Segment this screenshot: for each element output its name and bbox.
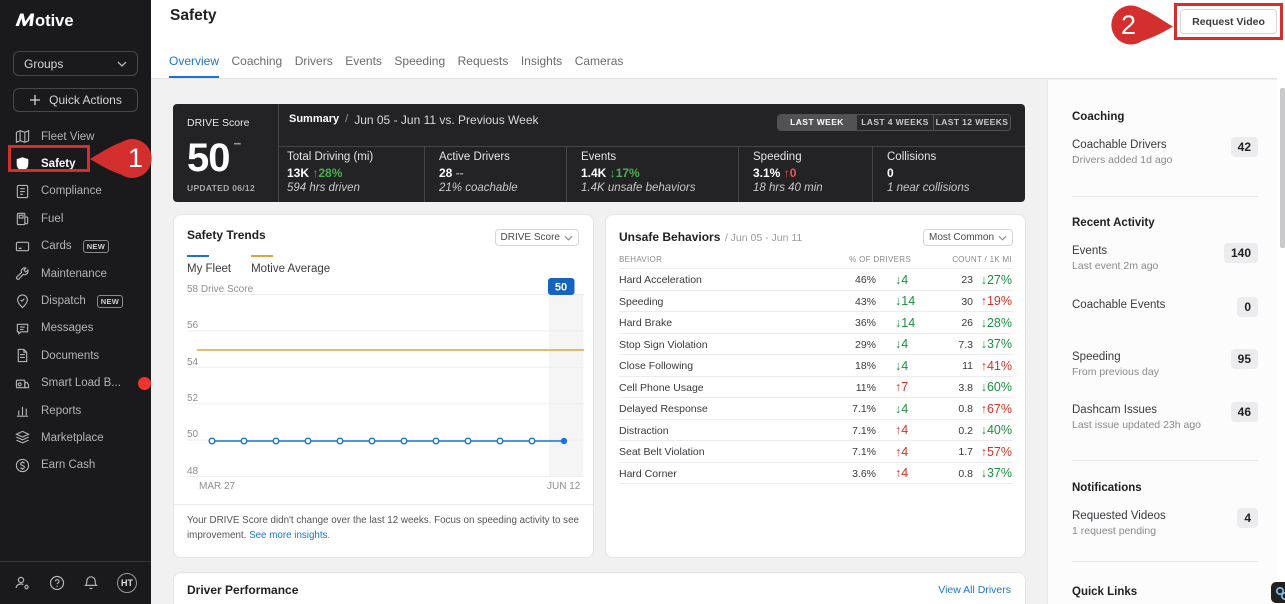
svg-text:56: 56 (187, 320, 199, 331)
svg-text:50: 50 (555, 282, 567, 294)
svg-text:58 Drive Score: 58 Drive Score (187, 284, 254, 295)
svg-text:54: 54 (187, 357, 199, 368)
svg-text:otive: otive (35, 12, 74, 30)
svg-text:48: 48 (187, 466, 199, 477)
svg-text:50: 50 (187, 429, 199, 440)
svg-text:2: 2 (1121, 10, 1136, 40)
svg-text:52: 52 (187, 393, 199, 404)
svg-text:1: 1 (128, 143, 143, 173)
svg-text:JUN 12: JUN 12 (547, 481, 581, 492)
svg-text:MAR 27: MAR 27 (199, 481, 236, 492)
